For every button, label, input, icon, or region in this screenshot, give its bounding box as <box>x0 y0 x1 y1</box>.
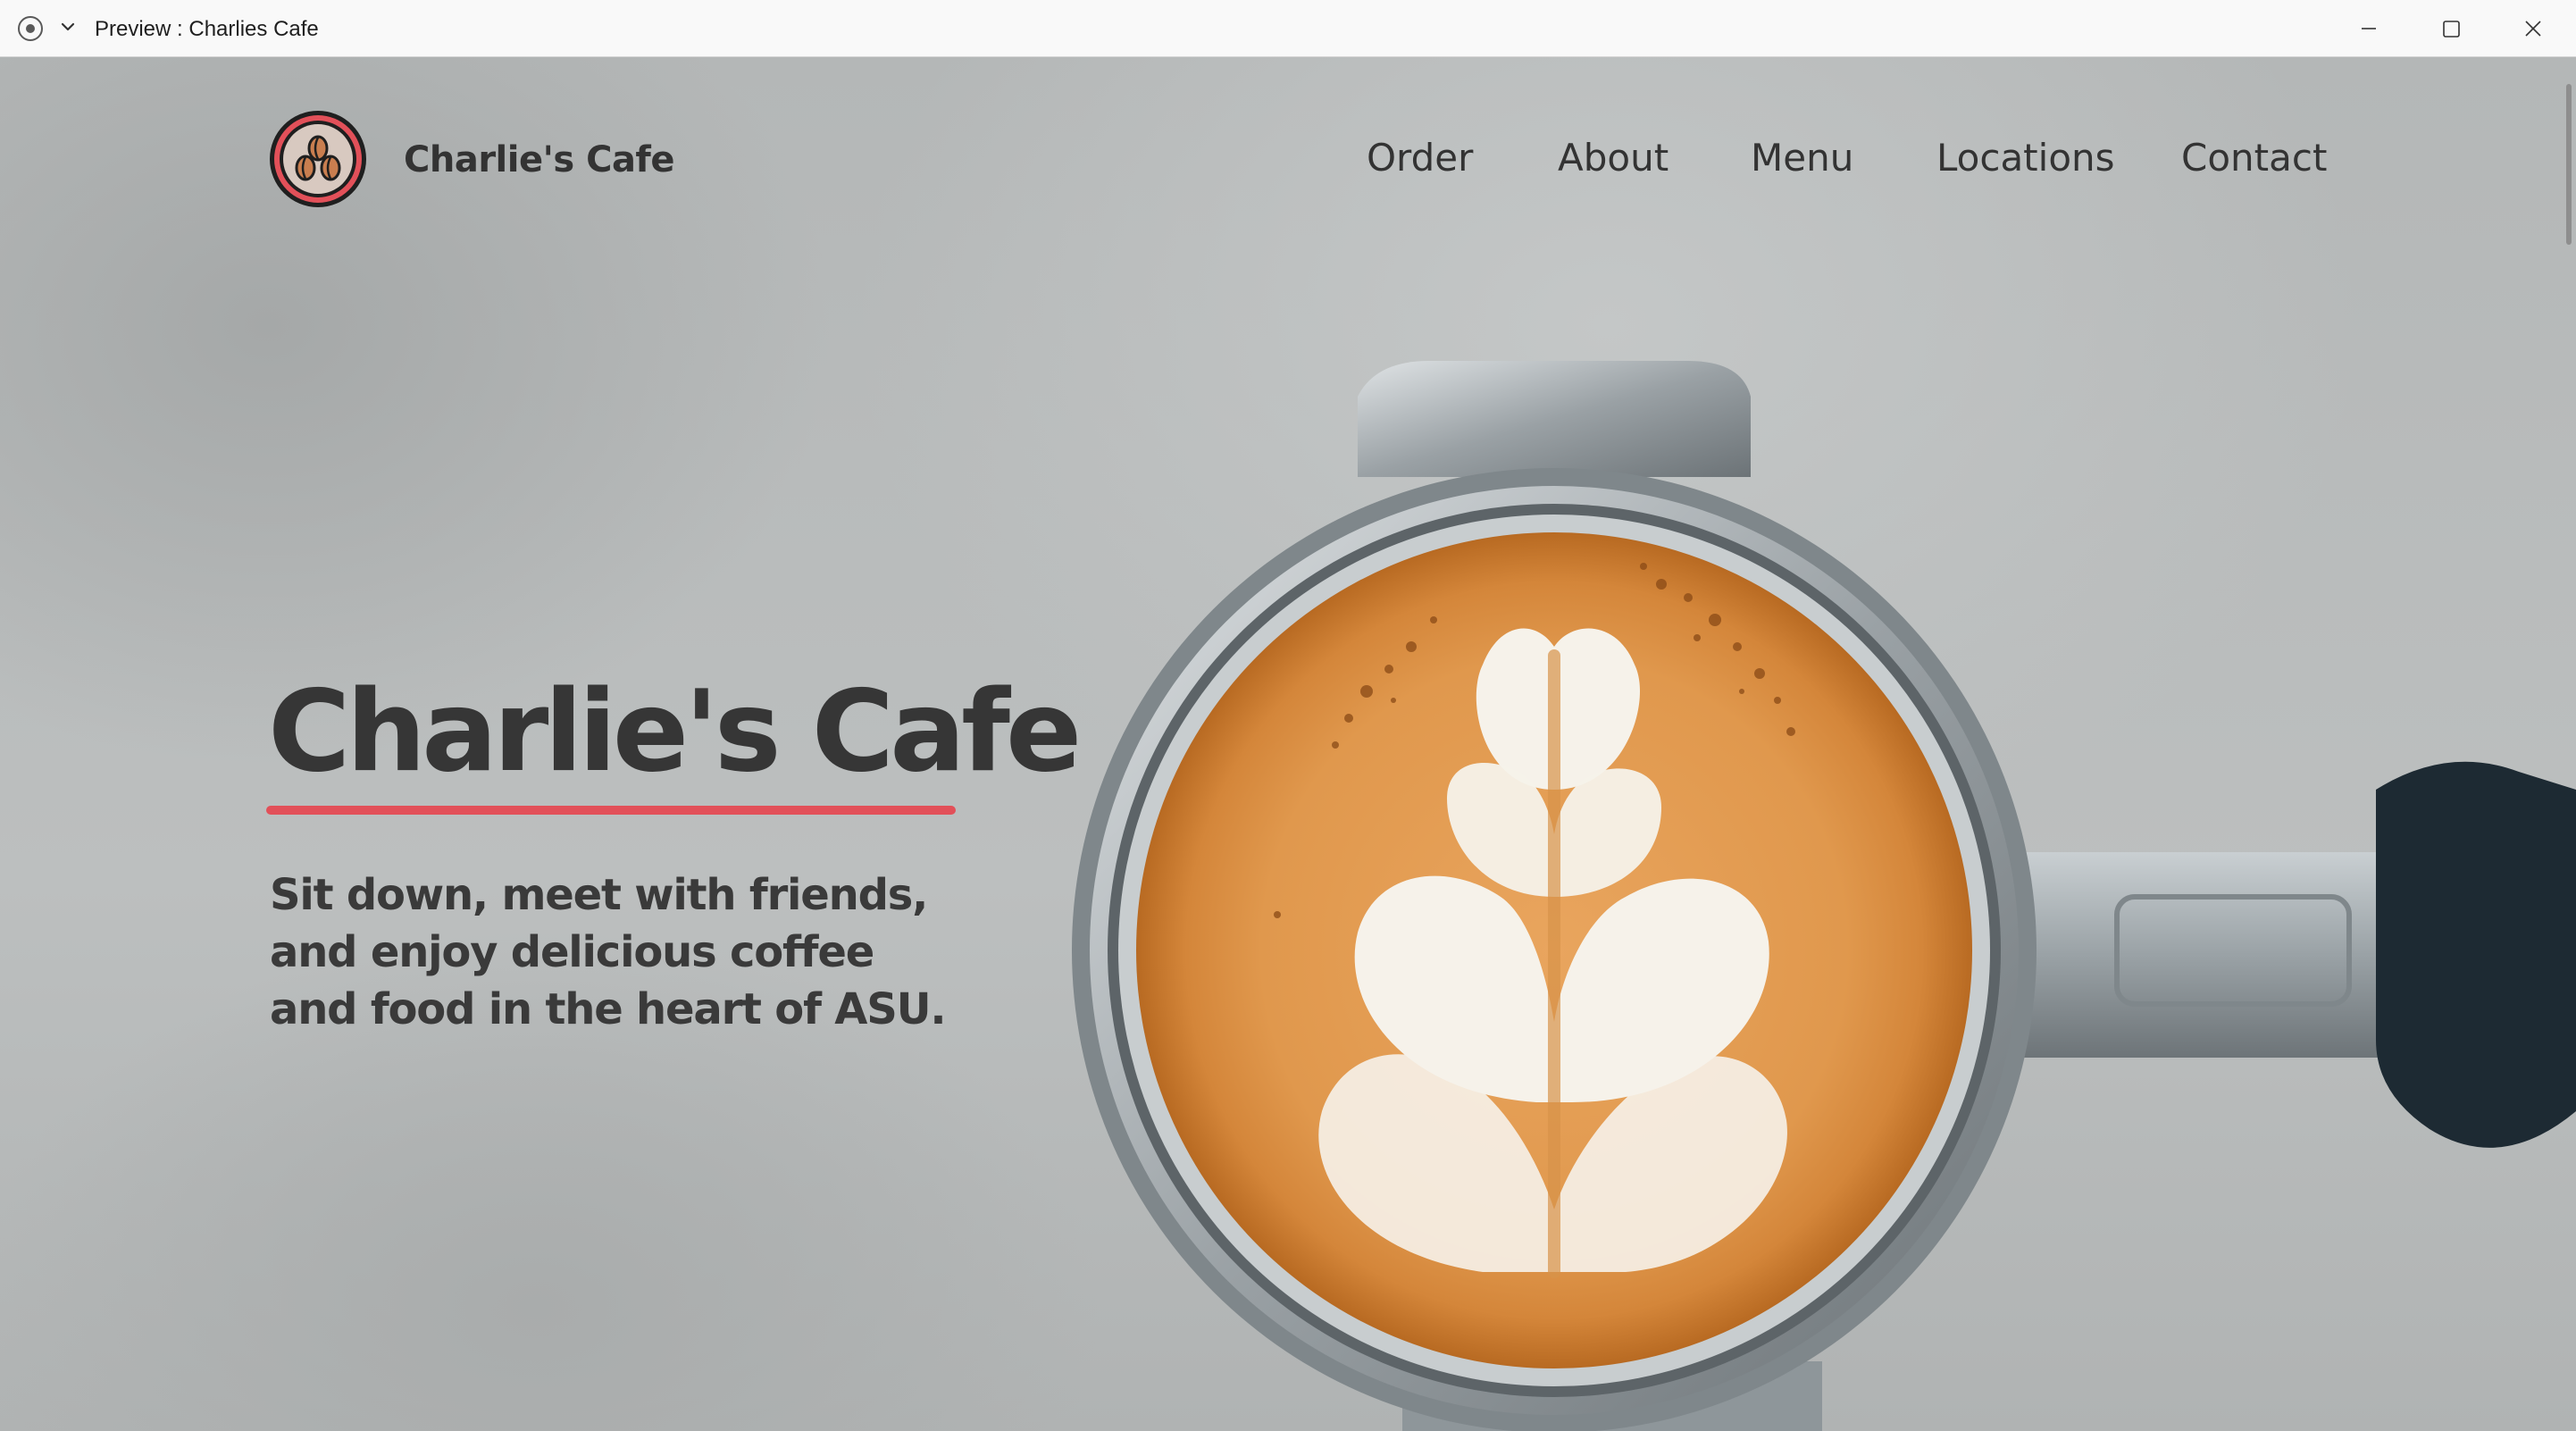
window-titlebar: Preview : Charlies Cafe <box>0 0 2576 57</box>
chevron-down-icon[interactable] <box>59 18 77 36</box>
latte-art-photo <box>1072 361 2576 1431</box>
nav-item-contact[interactable]: Contact <box>2181 136 2327 180</box>
tagline-line: and food in the heart of ASU. <box>270 984 947 1034</box>
minimize-icon[interactable] <box>2354 14 2383 43</box>
window-title: Preview : Charlies Cafe <box>95 17 319 41</box>
scrollbar-thumb[interactable] <box>2566 84 2572 245</box>
tagline-line: and enjoy delicious coffee <box>270 927 874 977</box>
hero-title: Charlie's Cafe <box>268 665 1082 797</box>
title-underline <box>266 806 956 815</box>
nav-item-order[interactable]: Order <box>1367 136 1473 180</box>
tagline-line: Sit down, meet with friends, <box>270 870 928 920</box>
maximize-icon[interactable] <box>2437 14 2465 43</box>
record-icon[interactable] <box>18 16 43 41</box>
page-viewport: Charlie's Cafe Order About Menu Location… <box>0 57 2576 1431</box>
close-icon[interactable] <box>2519 14 2547 43</box>
nav-item-locations[interactable]: Locations <box>1936 136 2115 180</box>
hero-tagline: Sit down, meet with friends, and enjoy d… <box>270 866 949 1038</box>
main-nav: Order About Menu Locations Contact <box>0 136 2576 189</box>
nav-item-about[interactable]: About <box>1558 136 1669 180</box>
nav-item-menu[interactable]: Menu <box>1751 136 1853 180</box>
